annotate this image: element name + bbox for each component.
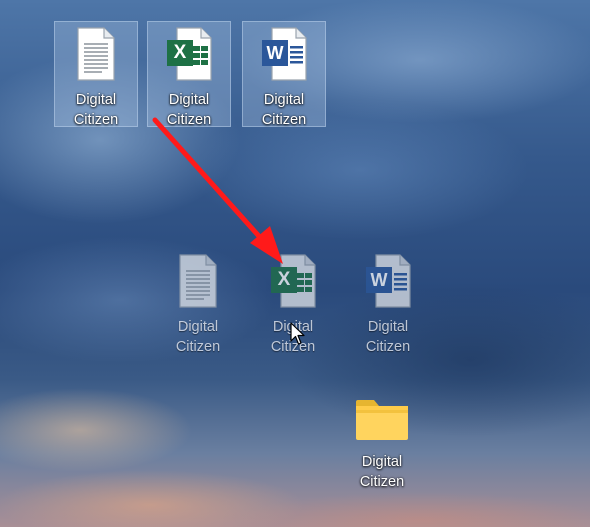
drag-ghost-word: W Digital Citizen xyxy=(346,249,430,355)
icon-label: Digital Citizen xyxy=(73,92,119,128)
icon-label: Digital Citizen xyxy=(365,319,411,355)
desktop-icon-word-selected[interactable]: W Digital Citizen xyxy=(242,21,326,128)
desktop[interactable]: Digital Citizen X Digital Citizen W Digi… xyxy=(0,0,590,527)
folder-icon xyxy=(354,396,410,444)
excel-icon: X xyxy=(165,26,213,82)
mouse-pointer-icon xyxy=(290,322,306,346)
desktop-icon-folder[interactable]: Digital Citizen xyxy=(340,388,424,494)
icon-label: Digital Citizen xyxy=(166,92,212,128)
text-document-icon xyxy=(174,253,222,309)
icon-label: Digital Citizen xyxy=(359,454,405,490)
word-letter: W xyxy=(266,43,284,63)
desktop-icon-excel-selected[interactable]: X Digital Citizen xyxy=(147,21,231,128)
excel-letter: X xyxy=(277,269,291,290)
word-icon: W xyxy=(260,26,308,82)
desktop-icon-text-document-selected[interactable]: Digital Citizen xyxy=(54,21,138,128)
text-document-icon xyxy=(72,26,120,82)
icon-label: Digital Citizen xyxy=(175,319,221,355)
drag-ghost-text-document: Digital Citizen xyxy=(156,249,240,355)
excel-icon: X xyxy=(269,253,317,309)
word-letter: W xyxy=(370,270,388,290)
word-icon: W xyxy=(364,253,412,309)
excel-letter: X xyxy=(173,42,187,63)
icon-label: Digital Citizen xyxy=(261,92,307,128)
